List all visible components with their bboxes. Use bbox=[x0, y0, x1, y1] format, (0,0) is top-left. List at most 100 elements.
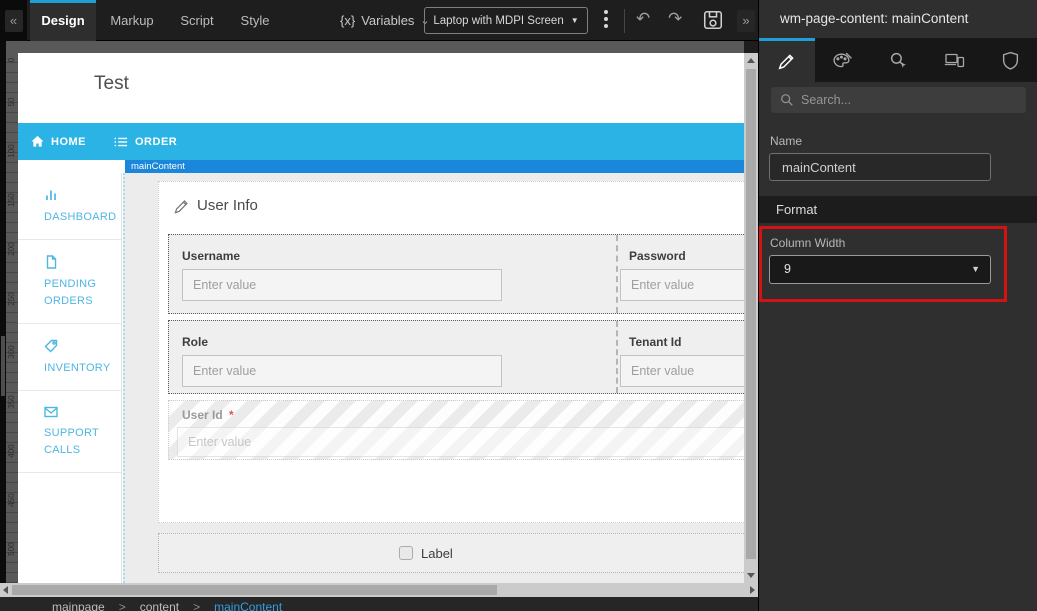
shield-icon bbox=[1002, 51, 1018, 70]
form-row-1: Username Enter value Password Enter valu… bbox=[168, 234, 744, 314]
inspector-title: wm-page-content: mainContent bbox=[780, 11, 969, 26]
nav-item-home[interactable]: HOME bbox=[31, 135, 86, 148]
form-title: User Info bbox=[197, 197, 258, 214]
search-input[interactable] bbox=[801, 93, 1001, 107]
variables-label: Variables bbox=[361, 13, 415, 28]
role-label: Role bbox=[182, 335, 209, 349]
page-title: Test bbox=[94, 73, 129, 94]
breadcrumb-maincontent[interactable]: mainContent bbox=[214, 597, 282, 611]
tab-devices[interactable] bbox=[926, 38, 982, 82]
scroll-right-icon[interactable] bbox=[750, 586, 755, 594]
tenant-id-input[interactable]: Enter value bbox=[620, 355, 744, 387]
sidebar-item-dashboard[interactable]: DASHBOARD bbox=[18, 173, 121, 240]
toolbar-divider bbox=[624, 9, 625, 33]
device-preview-select[interactable]: Laptop with MDPI Screen ▼ bbox=[424, 7, 588, 34]
column-divider bbox=[616, 235, 618, 313]
name-input[interactable] bbox=[769, 153, 991, 181]
column-divider bbox=[616, 321, 618, 393]
ruler-mark: 200 bbox=[7, 242, 16, 256]
breadcrumb-mainpage[interactable]: mainpage bbox=[52, 597, 105, 611]
sidebar-item-label: SUPPORT CALLS bbox=[44, 427, 99, 456]
tag-icon bbox=[44, 339, 58, 353]
nav-item-order[interactable]: ORDER bbox=[114, 136, 177, 148]
horizontal-ruler bbox=[6, 41, 744, 53]
breadcrumb-content[interactable]: content bbox=[140, 597, 179, 611]
left-collapse-area: « bbox=[0, 0, 27, 41]
ruler-mark: 250 bbox=[7, 292, 16, 306]
dropdown-arrow-icon: ▼ bbox=[570, 16, 579, 25]
tab-styles[interactable] bbox=[815, 38, 871, 82]
save-icon[interactable] bbox=[702, 9, 724, 31]
checkbox-label: Label bbox=[421, 545, 453, 561]
vertical-scroll-thumb[interactable] bbox=[746, 69, 756, 559]
checkbox-widget-strip: Label bbox=[158, 533, 744, 573]
tab-markup[interactable]: Markup bbox=[100, 0, 164, 41]
undo-icon[interactable]: ↶ bbox=[636, 9, 650, 29]
sidebar-item-label: DASHBOARD bbox=[44, 211, 117, 223]
breadcrumb-separator: > bbox=[193, 600, 201, 611]
sidebar-item-pending-orders[interactable]: PENDING ORDERS bbox=[18, 240, 121, 324]
main-content-container[interactable]: User Info Username Enter value Password … bbox=[123, 173, 744, 583]
more-options-icon[interactable] bbox=[601, 10, 611, 31]
ruler-mark: 350 bbox=[7, 395, 16, 409]
tab-markup-label: Markup bbox=[110, 13, 154, 28]
sidebar-item-label: PENDING ORDERS bbox=[44, 278, 97, 307]
selected-widget-name: mainContent bbox=[131, 161, 185, 172]
form-row-2: Role Enter value Tenant Id Enter value bbox=[168, 320, 744, 394]
selected-widget-tag[interactable]: mainContent bbox=[125, 160, 744, 173]
tab-style[interactable]: Style bbox=[228, 0, 282, 41]
left-gutter-scroll-thumb[interactable] bbox=[1, 336, 5, 396]
redo-icon[interactable]: ↷ bbox=[668, 9, 682, 29]
format-section-header[interactable]: Format bbox=[759, 196, 1037, 223]
ruler-mark: 50 bbox=[7, 97, 16, 107]
tab-events[interactable] bbox=[871, 38, 927, 82]
tab-design[interactable]: Design bbox=[30, 0, 96, 41]
sidebar-item-inventory[interactable]: INVENTORY bbox=[18, 324, 121, 391]
palette-icon bbox=[833, 52, 853, 67]
tab-script-label: Script bbox=[180, 13, 214, 28]
collapse-left-icon[interactable]: « bbox=[4, 9, 23, 32]
password-input[interactable]: Enter value bbox=[620, 269, 744, 301]
username-input[interactable]: Enter value bbox=[182, 269, 502, 301]
tab-style-label: Style bbox=[240, 13, 270, 28]
ruler-mark: 450 bbox=[7, 493, 16, 507]
tab-security[interactable] bbox=[982, 38, 1037, 82]
user-id-label: User Id * bbox=[182, 408, 234, 422]
bar-chart-icon bbox=[46, 190, 56, 200]
devices-icon bbox=[944, 53, 964, 68]
variables-menu[interactable]: {x} Variables ⌄ bbox=[340, 0, 430, 41]
tab-properties[interactable] bbox=[759, 38, 815, 82]
required-marker: * bbox=[229, 408, 234, 422]
user-id-input[interactable]: Enter value bbox=[177, 427, 744, 457]
inspector-tabs bbox=[759, 38, 1037, 82]
ruler-mark: 100 bbox=[7, 144, 16, 158]
horizontal-scrollbar[interactable] bbox=[0, 583, 758, 597]
horizontal-scroll-thumb[interactable] bbox=[12, 585, 497, 595]
ruler-mark: 0 bbox=[7, 57, 16, 63]
search-icon bbox=[781, 94, 793, 106]
nav-home-label: HOME bbox=[51, 135, 86, 148]
sidebar-item-support-calls[interactable]: SUPPORT CALLS bbox=[18, 391, 121, 473]
ruler-mark: 500 bbox=[7, 542, 16, 556]
inspector-search bbox=[771, 87, 1026, 113]
scroll-up-icon[interactable] bbox=[747, 58, 755, 63]
column-width-value: 9 bbox=[784, 262, 791, 276]
tab-script[interactable]: Script bbox=[168, 0, 226, 41]
role-input[interactable]: Enter value bbox=[182, 355, 502, 387]
column-width-select[interactable]: 9 ▼ bbox=[769, 255, 991, 284]
scroll-down-icon[interactable] bbox=[747, 573, 755, 578]
scroll-left-icon[interactable] bbox=[3, 586, 8, 594]
ruler-mark: 300 bbox=[7, 345, 16, 359]
vertical-ruler: 0 50 100 150 200 250 300 350 400 450 500 bbox=[6, 53, 18, 583]
vertical-scrollbar[interactable] bbox=[744, 53, 758, 583]
dropdown-arrow-icon: ▼ bbox=[971, 264, 980, 274]
page-content: DASHBOARD PENDING ORDERS INVENTORY SUPPO… bbox=[18, 173, 744, 583]
collapse-right-area: » bbox=[737, 10, 755, 32]
nav-order-label: ORDER bbox=[135, 135, 178, 148]
checkbox[interactable] bbox=[399, 546, 413, 560]
top-toolbar: « Design Markup Script Style {x} Variabl… bbox=[0, 0, 758, 41]
wavemaker-studio: « Design Markup Script Style {x} Variabl… bbox=[0, 0, 1037, 611]
collapse-right-icon[interactable]: » bbox=[737, 10, 755, 32]
tenant-id-label: Tenant Id bbox=[629, 335, 682, 349]
breadcrumb: mainpage > content > mainContent bbox=[0, 597, 758, 611]
